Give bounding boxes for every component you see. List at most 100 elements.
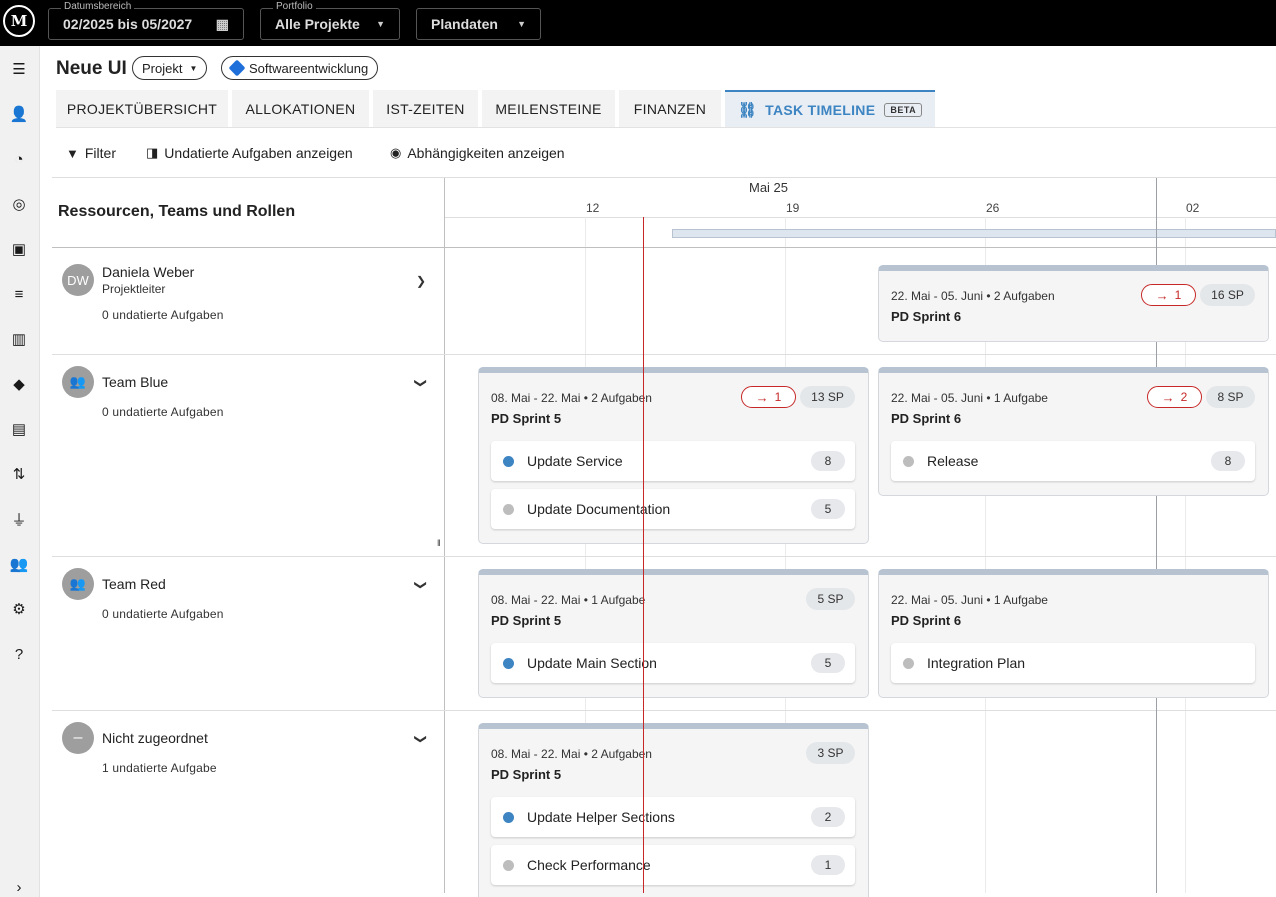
undated-tasks-button[interactable]: ◨ Undatierte Aufgaben anzeigen	[146, 145, 353, 161]
sprint-card[interactable]: 08. Mai - 22. Mai • 2 Aufgaben PD Sprint…	[478, 723, 869, 897]
menu-icon[interactable]: ☰	[9, 59, 29, 79]
task-name: Update Documentation	[527, 501, 671, 517]
resources-title: Ressourcen, Teams und Rollen	[58, 203, 296, 220]
chevron-down-icon: ▼	[189, 63, 198, 73]
tab-label: IST-ZEITEN	[386, 100, 465, 117]
filter-button[interactable]: ▼ Filter	[66, 145, 116, 161]
tab-divider	[56, 127, 1276, 128]
app-logo[interactable]: M	[3, 5, 35, 37]
project-chip[interactable]: Projekt ▼	[132, 56, 208, 80]
tab-label: PROJEKTÜBERSICHT	[66, 100, 218, 117]
top-bar: M Datumsbereich 02/2025 bis 05/2027 ▦ Po…	[0, 0, 1276, 46]
expand-icon[interactable]: ›	[9, 877, 29, 897]
sprint-name: PD Sprint 5	[491, 411, 562, 426]
undated-tasks-label: Undatierte Aufgaben anzeigen	[164, 145, 353, 161]
sprint-name: PD Sprint 5	[491, 767, 562, 782]
team-avatar: 👥	[62, 568, 94, 600]
sprint-meta: 08. Mai - 22. Mai • 2 Aufgaben	[491, 391, 652, 405]
jira-chip[interactable]: Softwareentwicklung	[221, 56, 379, 80]
avatar: –	[62, 722, 94, 754]
calendar-toggle-icon: ◨	[146, 145, 159, 160]
tab-finanzen[interactable]: FINANZEN	[619, 90, 721, 127]
task-item[interactable]: Update Main Section 5	[491, 643, 855, 683]
tab-meilensteine[interactable]: MEILENSTEINE	[482, 90, 615, 127]
row-divider	[52, 710, 1276, 711]
tab-label: MEILENSTEINE	[495, 100, 602, 117]
columns-icon[interactable]: ▥	[9, 329, 29, 349]
dependency-badge[interactable]: → 1	[1141, 284, 1196, 306]
sprint-card[interactable]: 22. Mai - 05. Juni • 1 Aufgabe PD Sprint…	[878, 569, 1269, 698]
plug-icon[interactable]: ⏚	[9, 509, 29, 529]
arrow-right-icon: →	[755, 389, 769, 405]
swap-icon[interactable]: ⇅	[9, 464, 29, 484]
directions-icon[interactable]: ◆	[9, 374, 29, 394]
task-name: Check Performance	[527, 857, 651, 873]
chevron-down-icon[interactable]: ❯	[414, 378, 428, 388]
dependencies-button[interactable]: ◉ Abhängigkeiten anzeigen	[390, 145, 565, 161]
gear-icon[interactable]: ⚙	[9, 599, 29, 619]
sprint-card[interactable]: 22. Mai - 05. Juni • 2 Aufgaben PD Sprin…	[878, 265, 1269, 342]
today-marker	[643, 217, 644, 893]
dependency-badge[interactable]: → 1	[741, 386, 796, 408]
dependency-badge[interactable]: → 2	[1147, 386, 1202, 408]
donut-chart-icon[interactable]: ◔	[9, 149, 29, 169]
team-avatar: 👥	[62, 366, 94, 398]
sprint-meta: 22. Mai - 05. Juni • 1 Aufgabe	[891, 391, 1048, 405]
target-icon[interactable]: ◎	[9, 194, 29, 214]
plan-data-value: Plandaten	[431, 16, 498, 32]
arrow-right-icon: →	[1161, 389, 1175, 405]
task-item[interactable]: Check Performance 1	[491, 845, 855, 885]
grid-top-line	[52, 177, 1276, 178]
resize-handle-icon[interactable]: ‖	[437, 538, 441, 548]
plan-data-select[interactable]: Plandaten ▼	[416, 8, 541, 40]
portfolio-select[interactable]: Portfolio Alle Projekte ▼	[260, 1, 400, 40]
jira-chip-label: Softwareentwicklung	[249, 60, 369, 76]
badge-icon[interactable]: ▣	[9, 239, 29, 259]
sprint-card[interactable]: 08. Mai - 22. Mai • 1 Aufgabe PD Sprint …	[478, 569, 869, 698]
document-icon[interactable]: ▤	[9, 419, 29, 439]
story-points-badge: 16 SP	[1200, 284, 1255, 306]
status-dot	[503, 504, 514, 515]
dependency-count: 1	[1174, 288, 1182, 302]
calendar-icon[interactable]: ▦	[216, 16, 229, 33]
task-item[interactable]: Release 8	[891, 441, 1255, 481]
sprint-card[interactable]: 22. Mai - 05. Juni • 1 Aufgabe PD Sprint…	[878, 367, 1269, 496]
task-item[interactable]: Update Helper Sections 2	[491, 797, 855, 837]
tab-ist-zeiten[interactable]: IST-ZEITEN	[373, 90, 478, 127]
undated-count: 0 undatierte Aufgaben	[102, 308, 224, 322]
resource-role: Projektleiter	[102, 282, 166, 296]
undated-count: 1 undatierte Aufgabe	[102, 761, 217, 775]
sprint-name: PD Sprint 6	[891, 613, 962, 628]
help-icon[interactable]: ?	[9, 644, 29, 664]
project-range-bar	[672, 229, 1276, 238]
tab-allokationen[interactable]: ALLOKATIONEN	[232, 90, 369, 127]
sidebar: ☰ 👤 ◔ ◎ ▣ ≡ ▥ ◆ ▤ ⇅ ⏚ 👥 ⚙ ? ›	[0, 46, 40, 897]
link-icon: ⛓	[737, 101, 758, 119]
date-range-value: 02/2025 bis 05/2027	[63, 16, 193, 32]
task-points: 5	[811, 499, 845, 519]
date-range-field[interactable]: Datumsbereich 02/2025 bis 05/2027 ▦	[48, 1, 244, 40]
task-item[interactable]: Update Documentation 5	[491, 489, 855, 529]
story-points-badge: 3 SP	[806, 742, 855, 764]
list-icon[interactable]: ≡	[9, 284, 29, 304]
tab-task-timeline[interactable]: ⛓ TASK TIMELINE BETA	[725, 90, 935, 127]
project-chip-label: Projekt	[142, 60, 183, 76]
filter-label: Filter	[84, 145, 116, 161]
status-dot	[503, 658, 514, 669]
story-points-badge: 5 SP	[806, 588, 855, 610]
task-item[interactable]: Integration Plan	[891, 643, 1255, 683]
tab-projektuebersicht[interactable]: PROJEKTÜBERSICHT	[56, 90, 228, 127]
task-points: 8	[811, 451, 845, 471]
story-points-badge: 13 SP	[800, 386, 855, 408]
chevron-down-icon[interactable]: ❯	[414, 580, 428, 590]
portfolio-value: Alle Projekte	[275, 16, 360, 32]
resource-column-divider[interactable]	[444, 178, 445, 893]
task-item[interactable]: Update Service 8	[491, 441, 855, 481]
sprint-card[interactable]: 08. Mai - 22. Mai • 2 Aufgaben PD Sprint…	[478, 367, 869, 544]
people-icon[interactable]: 👥	[9, 554, 29, 574]
chevron-right-icon[interactable]: ❯	[416, 274, 426, 288]
resource-name: Team Red	[102, 576, 166, 592]
user-list-icon[interactable]: 👤	[9, 104, 29, 124]
chevron-down-icon[interactable]: ❯	[414, 734, 428, 744]
task-name: Update Helper Sections	[527, 809, 675, 825]
